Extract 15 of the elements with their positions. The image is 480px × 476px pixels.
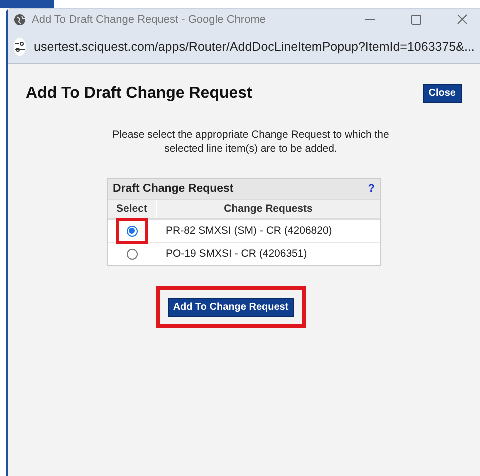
- add-to-change-request-button[interactable]: Add To Change Request: [168, 298, 294, 318]
- site-settings-icon[interactable]: [14, 38, 26, 56]
- table-cell-text: PO-19 SMXSI - CR (4206351): [165, 248, 308, 260]
- close-button[interactable]: Close: [422, 84, 462, 103]
- column-header: Select: [116, 202, 148, 218]
- help-link[interactable]: ?: [368, 183, 375, 196]
- table-title: Draft Change Request: [113, 183, 234, 196]
- radio-button[interactable]: [126, 248, 138, 260]
- instruction-text: Please select the appropriate Change Request to which the selected line item(s) are to be added.: [112, 129, 390, 156]
- column-header: Change Requests: [156, 200, 380, 218]
- globe-icon: [14, 14, 26, 26]
- window-title: Add To Draft Change Request - Google Chrome: [32, 14, 267, 26]
- table-cell-text: PR-82 SMXSI (SM) - CR (4206820): [165, 225, 334, 238]
- page-heading: Add To Draft Change Request: [26, 84, 252, 102]
- radio-button[interactable]: [126, 226, 138, 237]
